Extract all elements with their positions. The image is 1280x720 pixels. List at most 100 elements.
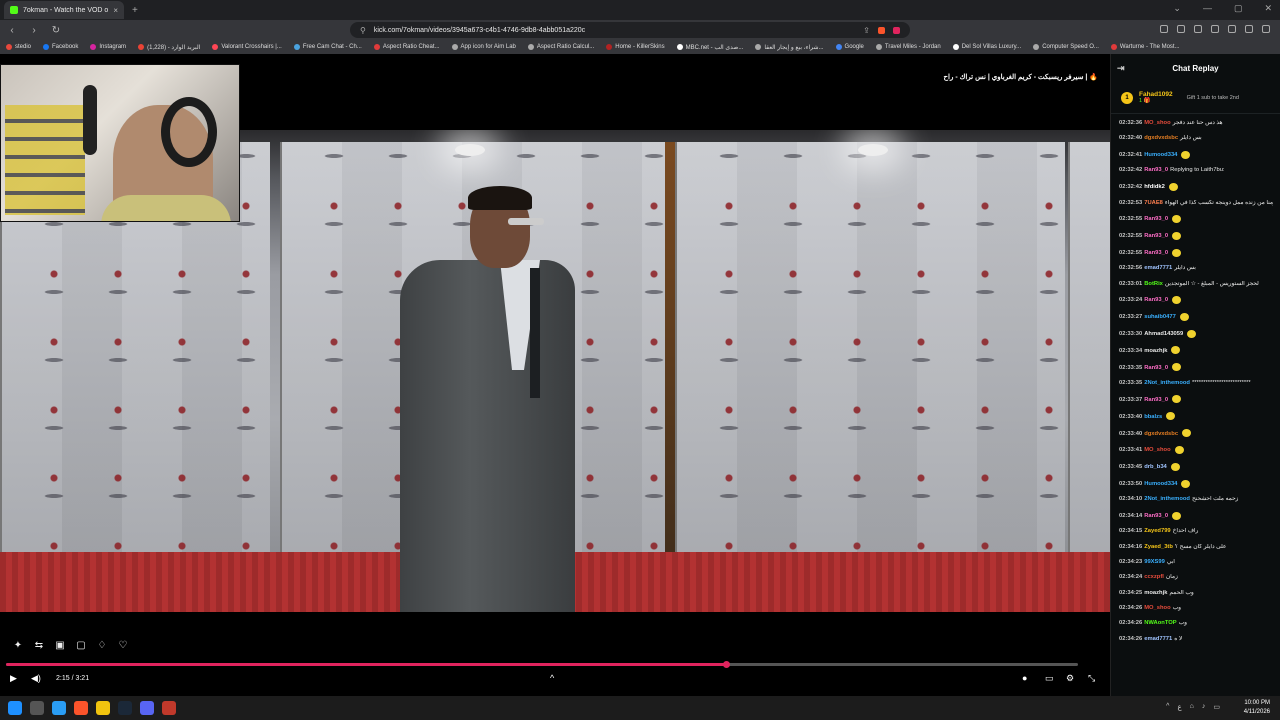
play-icon[interactable]: ▶	[10, 673, 17, 684]
gift-sub-button[interactable]: Gift 1 sub to take 2nd	[1187, 95, 1239, 101]
bookmark-item[interactable]: Travel Miles - Jordan	[875, 44, 941, 50]
bookmark-item[interactable]: Facebook	[43, 44, 78, 50]
message-username[interactable]: Humood334	[1144, 152, 1177, 158]
bookmark-item[interactable]: Del Sol Villas Luxury...	[952, 44, 1021, 50]
reload-icon[interactable]: ↻	[50, 25, 62, 36]
sparkle-icon[interactable]: ✦	[12, 640, 24, 651]
battery-icon[interactable]: ▭	[1213, 703, 1220, 711]
brave-rewards-icon[interactable]	[893, 26, 900, 34]
message-username[interactable]: moazhjk	[1144, 590, 1167, 596]
message-username[interactable]: suhaib0477	[1144, 314, 1176, 320]
collapse-chat-icon[interactable]: ⇥	[1117, 63, 1125, 74]
bookmark-item[interactable]: Instagram	[90, 44, 126, 50]
tab-search-icon[interactable]: ⌄	[1173, 3, 1181, 14]
seek-bar[interactable]	[6, 661, 1078, 668]
maximize-button[interactable]: ▢	[1234, 3, 1243, 14]
vpn-icon[interactable]	[1228, 25, 1236, 33]
share-icon[interactable]: ⇆	[33, 640, 45, 651]
bookmark-item[interactable]: Computer Speed O...	[1033, 44, 1099, 50]
bookmark-item[interactable]: Home - KillerSkins	[606, 44, 665, 50]
close-tab-icon[interactable]: ×	[113, 6, 118, 15]
bookmark-item[interactable]: App icon for Aim Lab	[451, 44, 516, 50]
bookmark-item[interactable]: MBC.net - صدى الب...	[676, 44, 743, 51]
message-username[interactable]: Ran93_0	[1144, 513, 1168, 519]
message-username[interactable]: dgxdvxdsbc	[1144, 135, 1178, 141]
bookmark-item[interactable]: Valorant Crosshairs |...	[212, 44, 282, 50]
message-username[interactable]: moazhjk	[1144, 348, 1167, 354]
message-username[interactable]: bbalzs	[1144, 414, 1162, 420]
message-username[interactable]: dgxdvxdsbc	[1144, 431, 1178, 437]
forward-icon[interactable]: ›	[28, 25, 40, 36]
message-username[interactable]: Ran93_0	[1144, 397, 1168, 403]
dislike-icon[interactable]: ♢	[96, 640, 108, 651]
brave-icon[interactable]	[74, 701, 88, 715]
brave-shield-icon[interactable]	[878, 26, 885, 34]
site-info-icon[interactable]: ⚲	[360, 26, 366, 35]
message-username[interactable]: MO_shoo	[1144, 447, 1170, 453]
speaker-icon[interactable]: ♪	[1202, 703, 1206, 711]
message-username[interactable]: emad7771	[1144, 636, 1172, 642]
message-username[interactable]: emad7771	[1144, 265, 1172, 271]
bookmark-item[interactable]: Google	[835, 44, 864, 50]
extension-icon[interactable]	[1160, 25, 1168, 33]
video-player[interactable]: 🔥 | سيرفر ريسبكت - كريم الغرباوي | نس تر…	[0, 54, 1110, 696]
edge-icon[interactable]	[52, 701, 66, 715]
settings-gear-icon[interactable]: ⚙	[1066, 673, 1074, 684]
bookmark-item[interactable]: البريد الوارد - (1,228)	[138, 44, 200, 51]
volume-icon[interactable]: ◀)	[31, 673, 41, 684]
bookmark-item[interactable]: Free Cam Chat - Ch...	[293, 44, 362, 50]
close-window-button[interactable]: ✕	[1264, 3, 1272, 14]
url-text[interactable]: kick.com/7okman/videos/3945a673-c4b1-474…	[374, 27, 855, 34]
like-icon[interactable]: ♡	[117, 640, 129, 651]
gifter-name[interactable]: Fahad1092	[1139, 91, 1173, 98]
comment-icon[interactable]: ▢	[75, 640, 87, 651]
message-username[interactable]: Zyaed_3tb	[1144, 544, 1173, 550]
message-username[interactable]: 99XS99	[1144, 559, 1165, 565]
address-bar[interactable]: ⚲ kick.com/7okman/videos/3945a673-c4b1-4…	[350, 22, 910, 38]
record-icon[interactable]: ●	[1022, 673, 1027, 683]
app-icon[interactable]	[162, 701, 176, 715]
message-username[interactable]: Ran93_0	[1144, 233, 1168, 239]
bookmark-item[interactable]: شراء، بيع و إيجار العقا...	[755, 44, 824, 51]
chevron-up-icon[interactable]: ^	[550, 673, 554, 683]
search-icon[interactable]	[30, 701, 44, 715]
seek-handle[interactable]	[723, 661, 731, 668]
message-username[interactable]: Ran93_0	[1144, 297, 1168, 303]
language-indicator[interactable]: ع	[1177, 703, 1181, 711]
bookmarks-icon[interactable]	[1194, 25, 1202, 33]
network-icon[interactable]: ⌂	[1190, 703, 1194, 711]
tray-chevron-icon[interactable]: ^	[1166, 703, 1169, 711]
message-username[interactable]: Zayed799	[1144, 528, 1170, 534]
bookmark-item[interactable]: Aspect Ratio Calcul...	[527, 44, 594, 50]
message-username[interactable]: Ahmad143059	[1144, 331, 1183, 337]
message-username[interactable]: 7UAE8	[1144, 200, 1163, 206]
bookmark-item[interactable]: stedio	[6, 44, 31, 50]
message-username[interactable]: NWAonTOP	[1144, 620, 1176, 626]
bookmark-item[interactable]: Aspect Ratio Cheat...	[373, 44, 440, 50]
message-username[interactable]: Humood334	[1144, 481, 1177, 487]
new-tab-button[interactable]: +	[132, 5, 138, 16]
message-username[interactable]: drb_b34	[1144, 464, 1167, 470]
back-icon[interactable]: ‹	[6, 25, 18, 36]
file-explorer-icon[interactable]	[96, 701, 110, 715]
share-icon[interactable]: ⇪	[863, 26, 870, 35]
message-username[interactable]: Ran93_0	[1144, 167, 1168, 173]
message-username[interactable]: ccxzpfl	[1144, 574, 1164, 580]
taskbar-clock[interactable]: 10:00 PM 4/11/2026	[1244, 699, 1270, 717]
message-username[interactable]: 2Not_inthemood	[1144, 380, 1190, 386]
message-username[interactable]: Ran93_0	[1144, 250, 1168, 256]
wallet-icon[interactable]	[1211, 25, 1219, 33]
message-username[interactable]: MO_shoo	[1144, 120, 1170, 126]
message-username[interactable]: hfdidk2	[1144, 184, 1165, 190]
bookmark-item[interactable]: Warturne - The Most...	[1110, 44, 1180, 50]
message-username[interactable]: MO_shoo	[1144, 605, 1170, 611]
message-username[interactable]: 2Not_inthemood	[1144, 496, 1190, 502]
fullscreen-icon[interactable]: ⤡	[1088, 673, 1095, 684]
theater-mode-icon[interactable]: ▭	[1045, 673, 1054, 684]
message-username[interactable]: Ran93_0	[1144, 216, 1168, 222]
windows-start-icon[interactable]	[8, 701, 22, 715]
message-username[interactable]: Ran93_0	[1144, 365, 1168, 371]
chat-icon[interactable]: ▣	[54, 640, 66, 651]
sidebar-icon[interactable]	[1177, 25, 1185, 33]
message-username[interactable]: BotRix	[1144, 281, 1163, 287]
